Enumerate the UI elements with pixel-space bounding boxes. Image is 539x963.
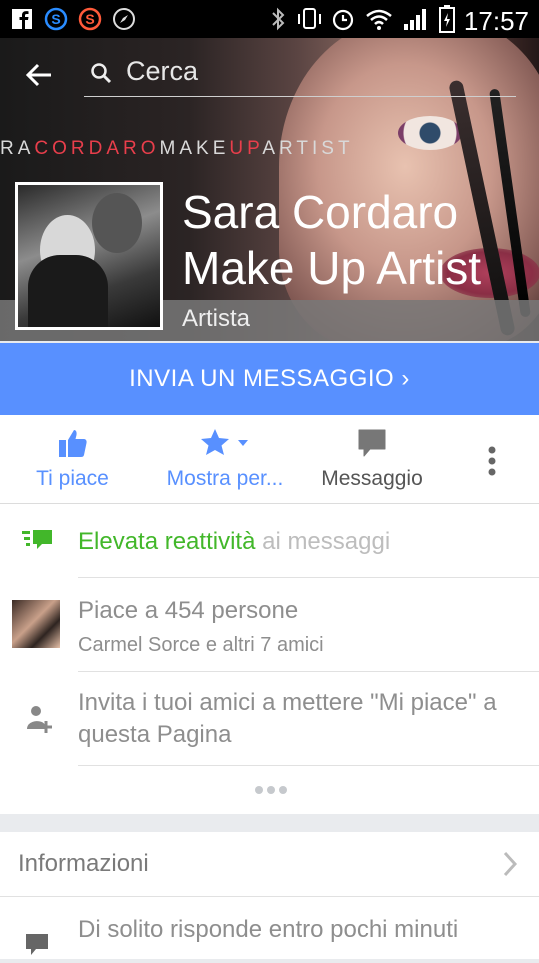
battery-icon	[438, 5, 456, 38]
like-label: Ti piace	[36, 467, 109, 490]
skype-icon: S	[44, 7, 68, 31]
cover-banner-text: RACORDAROMAKEUPARTIST	[0, 138, 354, 159]
add-person-icon	[24, 704, 54, 739]
like-button[interactable]: Ti piace	[25, 425, 120, 491]
search-input[interactable]: Cerca	[84, 54, 516, 97]
back-arrow-icon[interactable]	[24, 60, 60, 90]
info-header: Informazioni	[18, 850, 149, 877]
page-category[interactable]: Artista	[182, 305, 250, 333]
wifi-icon	[364, 6, 394, 37]
chat-bubble-small-icon	[24, 932, 50, 963]
svg-text:S: S	[51, 11, 60, 27]
fast-response-icon	[22, 528, 54, 557]
chevron-right-icon	[500, 850, 520, 883]
page-title: Sara Cordaro Make Up Artist	[182, 186, 482, 294]
responsiveness-row: Elevata reattività ai messaggi	[0, 524, 539, 574]
action-bar: Ti piace Mostra per... Messaggio	[0, 415, 539, 504]
responsiveness-highlight: Elevata reattività	[78, 528, 256, 555]
responsiveness-rest: ai messaggi	[255, 528, 391, 555]
response-time-text: Di solito risponde entro pochi minuti	[78, 916, 459, 943]
star-dropdown-icon	[155, 425, 295, 461]
cover-eye-graphic	[398, 116, 462, 150]
chat-bubble-icon	[312, 425, 432, 461]
likes-friends: Carmel Sorce e altri 7 amici	[78, 634, 324, 656]
friends-avatar	[12, 600, 60, 648]
likes-count: Piace a 454 persone	[78, 597, 299, 624]
clock-time: 17:57	[463, 6, 529, 36]
top-bar: Cerca	[0, 38, 539, 106]
thumbs-up-icon	[25, 425, 120, 461]
message-action-button[interactable]: Messaggio	[312, 425, 432, 491]
invite-friends-row[interactable]: Invita i tuoi amici a mettere "Mi piace"…	[0, 684, 539, 764]
more-dots-icon[interactable]	[255, 786, 287, 794]
more-options-icon[interactable]	[482, 445, 502, 481]
facebook-icon	[10, 7, 34, 31]
profile-picture[interactable]	[15, 182, 163, 330]
signal-icon	[402, 6, 430, 37]
search-placeholder: Cerca	[126, 56, 199, 86]
show-more-label: Mostra per...	[166, 467, 284, 490]
invite-text: Invita i tuoi amici a mettere "Mi piace"…	[78, 689, 497, 748]
app-s-icon: S	[78, 7, 102, 31]
bluetooth-icon	[268, 6, 288, 37]
vibrate-icon	[296, 6, 322, 37]
status-bar: S S 17:57	[0, 0, 539, 38]
message-action-label: Messaggio	[321, 467, 423, 490]
search-icon	[90, 62, 112, 84]
info-section: Informazioni Di solito risponde entro po…	[0, 832, 539, 959]
show-more-button[interactable]: Mostra per...	[155, 425, 295, 491]
svg-text:S: S	[85, 11, 94, 27]
alarm-icon	[330, 6, 356, 37]
compass-icon	[112, 7, 136, 31]
page-info-card: Elevata reattività ai messaggi Piace a 4…	[0, 504, 539, 814]
send-message-button[interactable]: INVIA UN MESSAGGIO ›	[0, 343, 539, 415]
likes-row[interactable]: Piace a 454 persone Carmel Sorce e altri…	[0, 592, 539, 672]
info-header-row[interactable]: Informazioni	[0, 832, 539, 897]
